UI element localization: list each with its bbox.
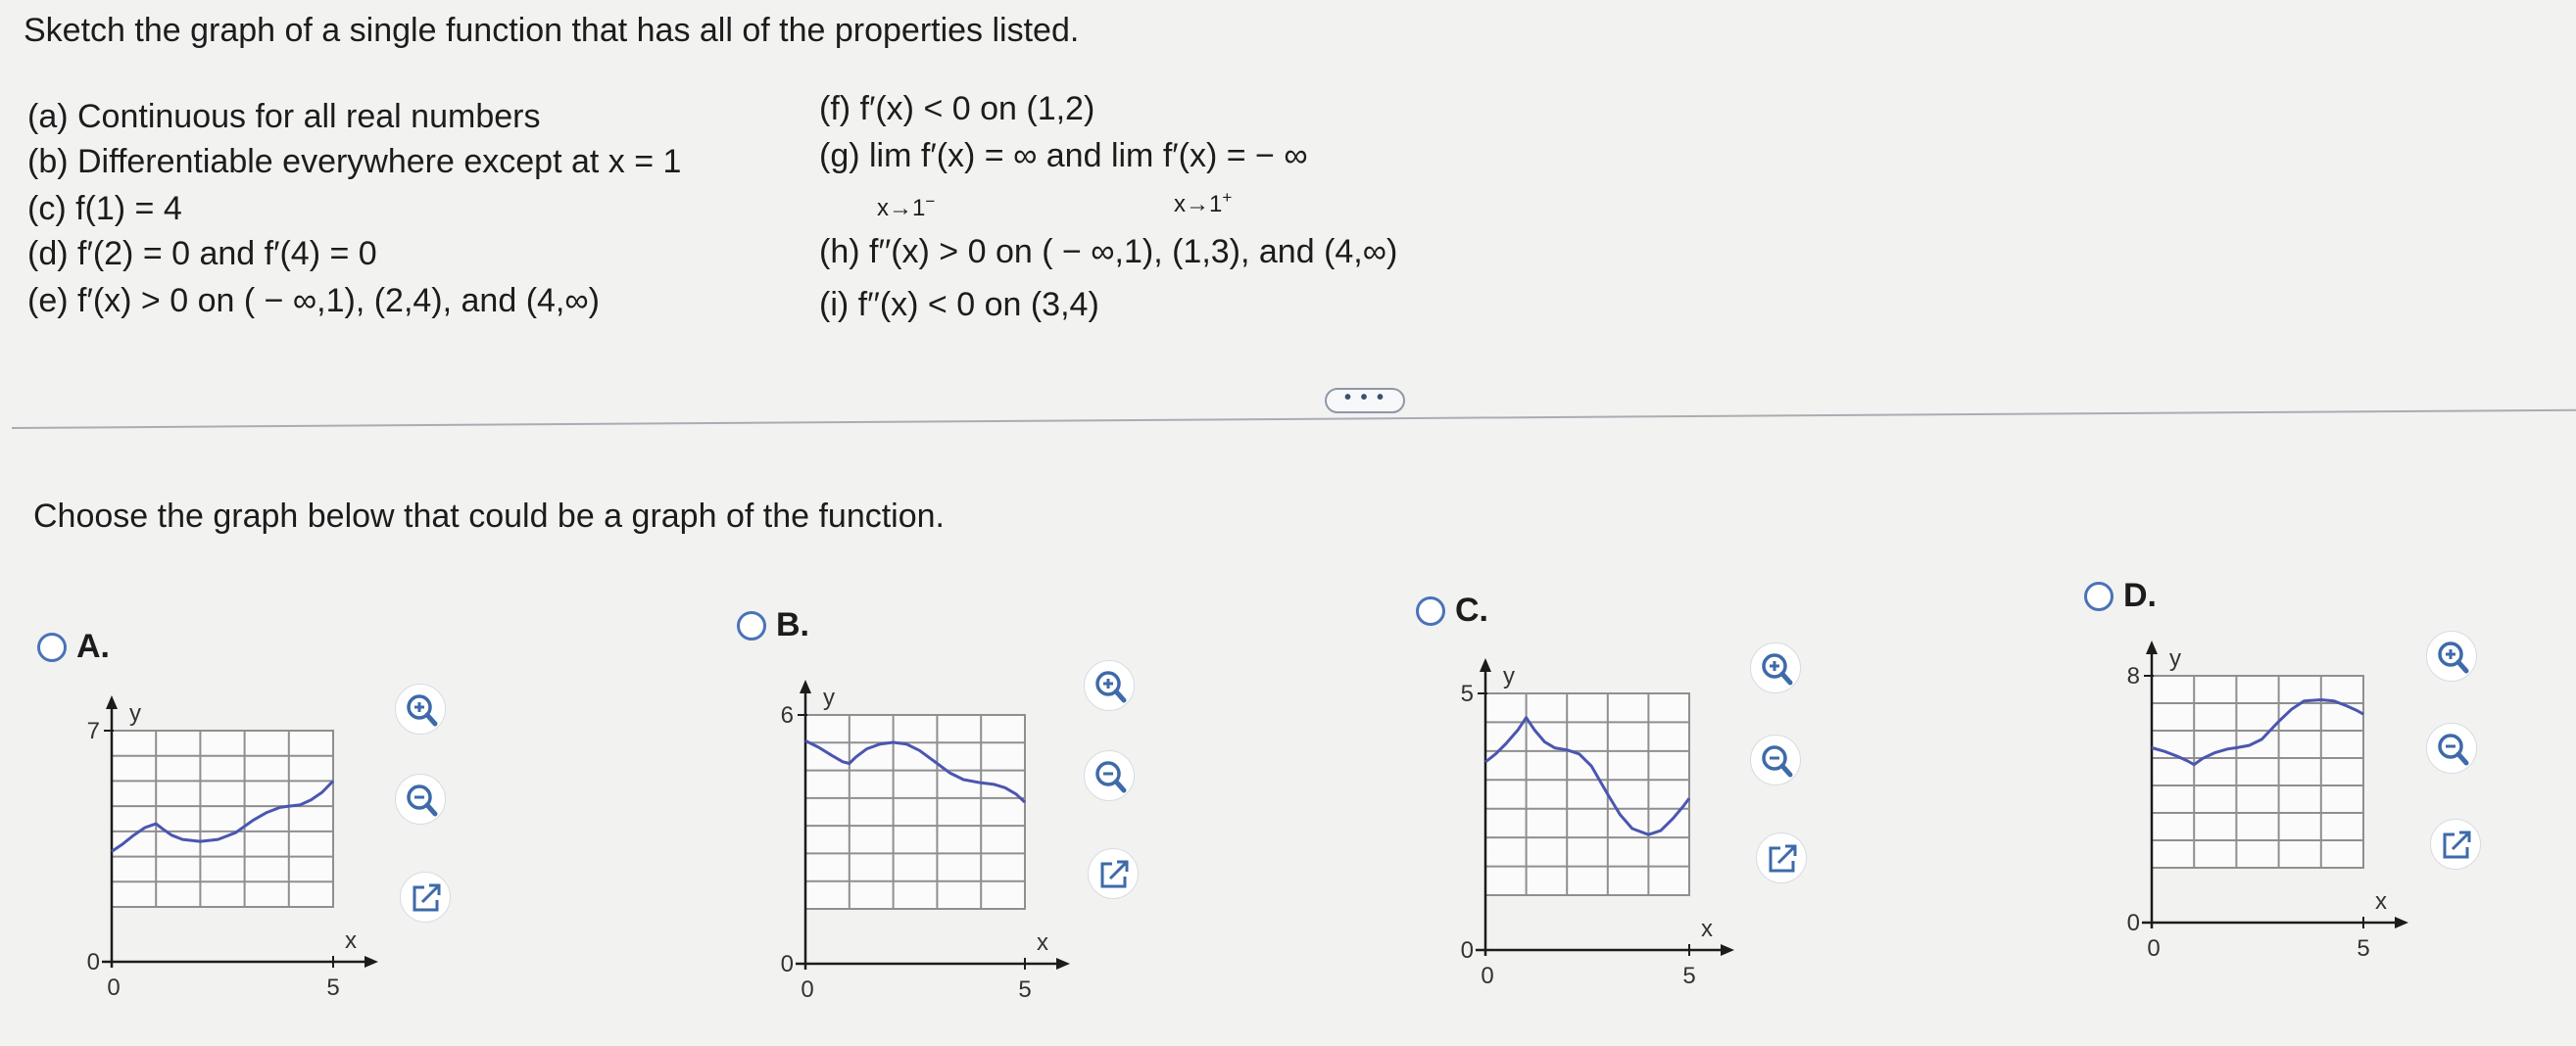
option-d[interactable]: D. bbox=[2084, 577, 2157, 615]
graph-grid-box bbox=[1484, 692, 1690, 896]
option-c-open-external-button[interactable] bbox=[1756, 832, 1807, 883]
option-c-radio[interactable] bbox=[1416, 595, 1445, 626]
y-axis-arrow bbox=[106, 695, 118, 709]
property-b: (b) Differentiable everywhere except at … bbox=[27, 143, 682, 180]
y-tick-label: 5 bbox=[1461, 681, 1474, 707]
option-a-zoom-in-button[interactable] bbox=[395, 684, 446, 735]
property-g-limit-right-subscript: x→1+ bbox=[1174, 188, 1233, 217]
graph-grid-box bbox=[111, 730, 334, 908]
x-axis-arrow bbox=[2395, 917, 2408, 928]
property-g-limit-left-subscript: x→1− bbox=[877, 192, 936, 221]
y-tick-label: 7 bbox=[87, 718, 100, 744]
option-b-zoom-in-button[interactable] bbox=[1084, 660, 1135, 711]
option-a-radio[interactable] bbox=[37, 632, 67, 662]
x-tick-label: 5 bbox=[1682, 963, 1695, 989]
option-a-graph: y x 7 00 5 bbox=[87, 695, 378, 1001]
option-a-open-external-button[interactable] bbox=[400, 872, 451, 923]
section-divider bbox=[11, 408, 2576, 429]
y-origin-tick-label: 0 bbox=[87, 949, 100, 975]
prompt-text: Sketch the graph of a single function th… bbox=[24, 12, 1080, 49]
graph-grid-box bbox=[2151, 675, 2364, 869]
open-external-icon bbox=[413, 883, 441, 912]
option-d-radio[interactable] bbox=[2084, 581, 2114, 611]
zoom-in-icon bbox=[1762, 653, 1793, 686]
y-axis-label: y bbox=[1503, 663, 1515, 689]
x-axis-label: x bbox=[2375, 888, 2387, 915]
x-tick-label: 5 bbox=[2357, 935, 2369, 962]
property-g: (g) lim f′(x) = ∞ and lim f′(x) = − ∞ bbox=[819, 137, 1308, 174]
option-c-letter: C. bbox=[1455, 592, 1488, 629]
x-origin-tick-label: 0 bbox=[107, 975, 120, 1001]
open-external-icon bbox=[1100, 860, 1129, 888]
option-b-letter: B. bbox=[776, 606, 809, 643]
graph-grid-box bbox=[804, 714, 1026, 910]
x-origin-tick-label: 0 bbox=[801, 976, 813, 1003]
y-axis-arrow bbox=[2146, 641, 2158, 654]
x-origin-tick-label: 0 bbox=[2147, 935, 2160, 962]
property-c: (c) f(1) = 4 bbox=[27, 190, 182, 227]
x-axis-label: x bbox=[1701, 916, 1713, 942]
option-b-graph: y x 6 00 5 bbox=[781, 680, 1070, 1003]
option-b-open-external-button[interactable] bbox=[1088, 848, 1139, 899]
open-external-icon bbox=[1769, 844, 1797, 873]
zoom-in-icon bbox=[2438, 642, 2469, 674]
y-axis-label: y bbox=[129, 700, 141, 727]
y-axis-arrow bbox=[800, 680, 811, 693]
option-d-letter: D. bbox=[2123, 577, 2157, 614]
option-a[interactable]: A. bbox=[37, 628, 110, 666]
property-f: (f) f′(x) < 0 on (1,2) bbox=[819, 90, 1095, 127]
zoom-out-icon bbox=[407, 784, 438, 817]
question-text: Choose the graph below that could be a g… bbox=[33, 498, 945, 535]
option-b[interactable]: B. bbox=[737, 606, 809, 644]
property-d: (d) f′(2) = 0 and f′(4) = 0 bbox=[27, 235, 377, 272]
option-a-letter: A. bbox=[76, 628, 110, 665]
y-origin-tick-label: 0 bbox=[2127, 910, 2140, 936]
property-a: (a) Continuous for all real numbers bbox=[27, 98, 541, 135]
zoom-in-icon bbox=[1095, 671, 1127, 703]
option-d-zoom-in-button[interactable] bbox=[2426, 631, 2477, 682]
property-h: (h) f′′(x) > 0 on ( − ∞,1), (1,3), and (… bbox=[819, 233, 1398, 270]
option-c[interactable]: C. bbox=[1416, 592, 1488, 630]
y-origin-tick-label: 0 bbox=[1461, 937, 1474, 964]
y-axis-label: y bbox=[823, 685, 835, 711]
x-axis-arrow bbox=[1056, 958, 1070, 970]
option-b-zoom-out-button[interactable] bbox=[1084, 750, 1135, 801]
y-axis-label: y bbox=[2169, 645, 2181, 672]
zoom-out-icon bbox=[1095, 761, 1127, 793]
open-external-icon bbox=[2443, 831, 2471, 859]
option-c-zoom-in-button[interactable] bbox=[1750, 642, 1801, 693]
property-e: (e) f′(x) > 0 on ( − ∞,1), (2,4), and (4… bbox=[27, 282, 600, 319]
zoom-out-icon bbox=[2438, 734, 2469, 766]
x-axis-arrow bbox=[365, 956, 378, 968]
option-c-zoom-out-button[interactable] bbox=[1750, 735, 1801, 785]
x-axis-arrow bbox=[1721, 944, 1734, 956]
option-d-graph: y x 8 00 5 bbox=[2127, 641, 2408, 962]
zoom-in-icon bbox=[407, 694, 438, 727]
option-b-radio[interactable] bbox=[737, 610, 766, 641]
x-axis-label: x bbox=[345, 927, 357, 954]
x-origin-tick-label: 0 bbox=[1481, 963, 1493, 989]
x-axis-label: x bbox=[1037, 929, 1048, 956]
option-d-open-external-button[interactable] bbox=[2430, 819, 2481, 870]
option-c-graph: yx500 5 bbox=[1461, 658, 1734, 989]
y-tick-label: 6 bbox=[781, 702, 794, 729]
expand-more-button[interactable]: • • • bbox=[1325, 388, 1405, 413]
y-origin-tick-label: 0 bbox=[781, 951, 794, 977]
y-axis-arrow bbox=[1480, 658, 1491, 672]
property-i: (i) f′′(x) < 0 on (3,4) bbox=[819, 286, 1099, 323]
option-a-zoom-out-button[interactable] bbox=[395, 774, 446, 825]
y-tick-label: 8 bbox=[2127, 663, 2140, 689]
zoom-out-icon bbox=[1762, 745, 1793, 778]
option-d-zoom-out-button[interactable] bbox=[2426, 723, 2477, 774]
x-tick-label: 5 bbox=[326, 975, 339, 1001]
x-tick-label: 5 bbox=[1018, 976, 1031, 1003]
